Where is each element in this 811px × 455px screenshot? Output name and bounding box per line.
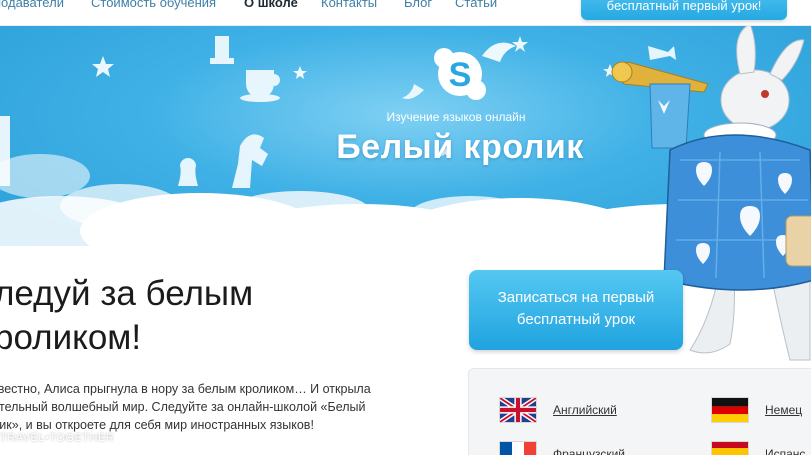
skype-logo-icon: S bbox=[402, 42, 516, 100]
top-navigation: подаватели Стоимость обучения О школе Ко… bbox=[0, 0, 811, 26]
hero-subtitle: Изучение языков онлайн bbox=[386, 110, 526, 124]
language-link-spanish[interactable]: Испанс bbox=[765, 447, 805, 455]
chess-knight-icon bbox=[232, 134, 268, 188]
germany-flag-icon bbox=[711, 397, 749, 423]
star-icon bbox=[293, 66, 307, 79]
uk-flag-icon bbox=[499, 397, 537, 423]
main-heading-line: ледуй за белым bbox=[0, 274, 254, 313]
nav-link-pricing[interactable]: Стоимость обучения bbox=[91, 0, 216, 10]
chess-pawn-icon bbox=[178, 158, 198, 186]
chess-piece-icon bbox=[210, 36, 234, 64]
page: подаватели Стоимость обучения О школе Ко… bbox=[0, 0, 811, 455]
nav-link-contacts[interactable]: Контакты bbox=[321, 0, 377, 10]
intro-line: звестно, Алиса прыгнула в нору за белым … bbox=[0, 382, 371, 396]
svg-text:S: S bbox=[449, 56, 472, 94]
main-heading: ледуй за белым роликом! bbox=[0, 272, 253, 360]
scroll-icon bbox=[785, 215, 811, 267]
languages-panel: Английский Немец Французский Испанс bbox=[468, 368, 811, 455]
star-icon bbox=[92, 56, 114, 77]
language-link-german[interactable]: Немец bbox=[765, 403, 802, 417]
nav-link-articles[interactable]: Статьи bbox=[455, 0, 497, 10]
france-flag-icon bbox=[499, 441, 537, 455]
teacup-icon bbox=[246, 70, 280, 98]
intro-line: ительный волшебный мир. Следуйте за онла… bbox=[0, 400, 366, 414]
language-link-french[interactable]: Французский bbox=[553, 447, 625, 455]
main-heading-line: роликом! bbox=[0, 318, 142, 357]
nav-link-blog[interactable]: Блог bbox=[404, 0, 432, 10]
cta-line: Записаться на первый bbox=[497, 289, 655, 306]
watermark: TRAVEL•TOGETHER bbox=[0, 432, 115, 444]
intro-paragraph: звестно, Алиса прыгнула в нору за белым … bbox=[0, 380, 422, 434]
nav-link-teachers[interactable]: подаватели bbox=[0, 0, 64, 10]
hero-title: Белый кролик bbox=[336, 128, 584, 166]
cta-line: бесплатный урок bbox=[516, 311, 636, 328]
nav-link-about[interactable]: О школе bbox=[244, 0, 298, 10]
star-icon bbox=[512, 36, 528, 52]
signup-free-lesson-button[interactable]: Записаться на первый бесплатный урок bbox=[469, 270, 683, 350]
spain-flag-icon bbox=[711, 441, 749, 455]
free-lesson-top-button[interactable]: бесплатный первый урок! bbox=[581, 0, 787, 20]
language-link-english[interactable]: Английский bbox=[553, 403, 617, 417]
